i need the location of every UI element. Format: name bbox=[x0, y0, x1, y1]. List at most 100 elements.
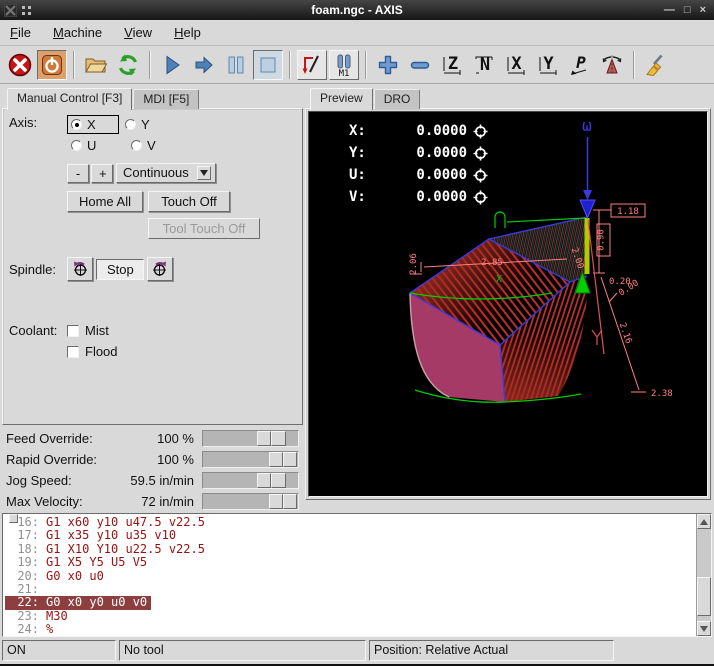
scroll-up-arrow[interactable] bbox=[697, 514, 711, 529]
reload-file-button[interactable] bbox=[113, 50, 143, 80]
tool-marker: ω bbox=[580, 116, 595, 218]
jog-mode-combobox[interactable]: Continuous bbox=[116, 163, 216, 183]
tab-preview[interactable]: Preview bbox=[310, 88, 373, 110]
close-button[interactable]: × bbox=[700, 4, 706, 16]
gcode-listing[interactable]: 16:G1 x60 y10 u47.5 v22.5 17:G1 x35 y10 … bbox=[3, 514, 696, 636]
stop-button[interactable] bbox=[253, 50, 283, 80]
status-position-mode: Position: Relative Actual bbox=[369, 640, 614, 661]
zoom-in-button[interactable] bbox=[373, 50, 403, 80]
gcode-line[interactable]: 24:% bbox=[5, 623, 57, 636]
view-x-button[interactable]: X bbox=[501, 50, 531, 80]
spindle-cw-button[interactable] bbox=[147, 257, 173, 281]
checkbox-box bbox=[67, 346, 79, 358]
axis-label: Axis: bbox=[9, 115, 67, 130]
jog-minus-button[interactable]: - bbox=[67, 164, 89, 183]
slider-handle[interactable] bbox=[257, 473, 286, 488]
open-file-button[interactable] bbox=[81, 50, 111, 80]
home-all-button[interactable]: Home All bbox=[67, 191, 143, 212]
zoom-in-icon bbox=[376, 53, 400, 77]
tool-glyph: ω bbox=[582, 116, 592, 135]
slider-handle[interactable] bbox=[269, 452, 298, 467]
view-y-icon: Y bbox=[536, 53, 560, 77]
feed-override-slider[interactable] bbox=[202, 430, 299, 447]
gcode-line[interactable]: 21: bbox=[5, 583, 50, 596]
rapid-override-value: 100 % bbox=[124, 452, 202, 467]
jog-plus-button[interactable]: + bbox=[91, 164, 113, 183]
gcode-line[interactable]: 18:G1 X10 Y10 u22.5 v22.5 bbox=[5, 543, 209, 556]
flood-checkbox[interactable]: Flood bbox=[67, 344, 118, 359]
rapid-override-slider[interactable] bbox=[202, 451, 299, 468]
skip-lines-button[interactable] bbox=[297, 50, 327, 80]
optional-pause-icon: M1 bbox=[332, 53, 356, 77]
spindle-ccw-icon bbox=[71, 260, 89, 278]
clear-plot-button[interactable] bbox=[641, 50, 671, 80]
spindle-stop-button[interactable]: Stop bbox=[96, 259, 144, 280]
toolpath-plot: X ω bbox=[309, 112, 708, 497]
zoom-out-icon bbox=[408, 53, 432, 77]
preview-panel: Preview DRO X:0.0000 Y:0.0000 U:0.0000 V… bbox=[303, 84, 714, 511]
preview-canvas[interactable]: X:0.0000 Y:0.0000 U:0.0000 V:0.0000 bbox=[308, 111, 708, 497]
pause-button[interactable] bbox=[221, 50, 251, 80]
spindle-ccw-button[interactable] bbox=[67, 257, 93, 281]
main-area: Manual Control [F3] MDI [F5] Axis: X Y U… bbox=[0, 84, 714, 511]
gcode-line[interactable]: 20:G0 x0 u0 bbox=[5, 570, 108, 583]
view-z-rotated-button[interactable]: N bbox=[469, 50, 499, 80]
checkbox-box bbox=[67, 325, 79, 337]
touch-off-button[interactable]: Touch Off bbox=[148, 191, 230, 212]
view-z-button[interactable]: Z bbox=[437, 50, 467, 80]
view-y-button[interactable]: Y bbox=[533, 50, 563, 80]
optional-pause-button[interactable]: M1 bbox=[329, 50, 359, 80]
feed-override-value: 100 % bbox=[124, 431, 202, 446]
menu-machine[interactable]: Machine bbox=[53, 25, 102, 40]
slider-handle[interactable] bbox=[257, 431, 286, 446]
window-menu-icon[interactable] bbox=[22, 6, 31, 15]
run-button[interactable] bbox=[157, 50, 187, 80]
menu-help[interactable]: Help bbox=[174, 25, 201, 40]
gcode-line[interactable]: 23:M30 bbox=[5, 610, 72, 623]
mist-checkbox[interactable]: Mist bbox=[67, 323, 118, 338]
max-velocity-slider[interactable] bbox=[202, 493, 299, 510]
pause-icon bbox=[224, 53, 248, 77]
menu-file[interactable]: File bbox=[10, 25, 31, 40]
jog-speed-slider[interactable] bbox=[202, 472, 299, 489]
gcode-scrollbar[interactable] bbox=[696, 514, 711, 636]
tab-manual-control[interactable]: Manual Control [F3] bbox=[7, 88, 132, 110]
zoom-out-button[interactable] bbox=[405, 50, 435, 80]
radio-axis-v[interactable]: V bbox=[131, 138, 183, 153]
axis-window: foam.ngc - AXIS — □ × File Machine View … bbox=[0, 0, 714, 666]
gcode-line[interactable]: 16:G1 x60 y10 u47.5 v22.5 bbox=[5, 516, 209, 529]
combo-arrow-icon bbox=[197, 166, 211, 180]
view-z-rotated-icon: N bbox=[472, 53, 496, 77]
scroll-down-arrow[interactable] bbox=[697, 621, 711, 636]
feed-override-label: Feed Override: bbox=[6, 431, 124, 446]
svg-text:Y: Y bbox=[543, 54, 554, 74]
status-machine-state: ON bbox=[2, 640, 116, 661]
play-icon bbox=[160, 53, 184, 77]
toolbar-separator bbox=[365, 51, 367, 79]
tool-touch-off-button: Tool Touch Off bbox=[148, 218, 260, 239]
axis-x-marker: X bbox=[496, 274, 502, 285]
scroll-thumb[interactable] bbox=[697, 577, 711, 616]
estop-button[interactable] bbox=[5, 50, 35, 80]
radio-axis-x[interactable]: X bbox=[67, 115, 119, 134]
window-icon[interactable] bbox=[4, 4, 17, 17]
minimize-button[interactable]: — bbox=[664, 4, 675, 16]
radio-dot bbox=[71, 140, 82, 151]
view-perspective-button[interactable]: P bbox=[565, 50, 595, 80]
gcode-line[interactable]: 17:G1 x35 y10 u35 v10 bbox=[5, 529, 180, 542]
gcode-line-active[interactable]: 22:G0 x0 y0 u0 v0 bbox=[5, 596, 151, 609]
dim-206: 2.06 bbox=[409, 253, 419, 275]
gcode-line[interactable]: 19:G1 X5 Y5 U5 V5 bbox=[5, 556, 151, 569]
menu-view[interactable]: View bbox=[124, 25, 152, 40]
radio-axis-y[interactable]: Y bbox=[125, 117, 177, 132]
toolbar-separator bbox=[73, 51, 75, 79]
maximize-button[interactable]: □ bbox=[684, 4, 691, 16]
slider-handle[interactable] bbox=[269, 494, 298, 509]
tab-mdi[interactable]: MDI [F5] bbox=[133, 89, 199, 109]
machine-power-button[interactable] bbox=[37, 50, 67, 80]
step-button[interactable] bbox=[189, 50, 219, 80]
tab-dro[interactable]: DRO bbox=[374, 89, 421, 109]
radio-axis-u[interactable]: U bbox=[71, 138, 123, 153]
radio-dot bbox=[71, 119, 82, 130]
rotate-view-button[interactable] bbox=[597, 50, 627, 80]
